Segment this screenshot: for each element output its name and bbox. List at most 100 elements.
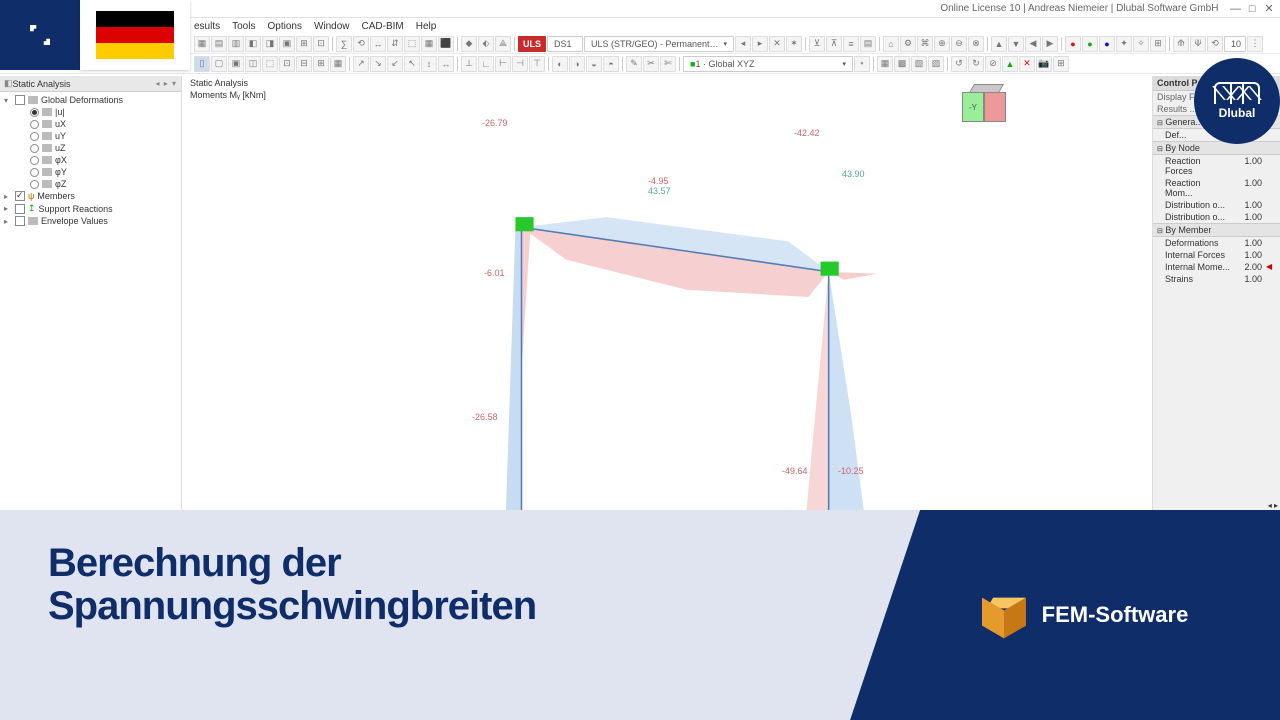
tool-icon[interactable]: ⊞ [296, 36, 312, 52]
tool-icon[interactable]: ⟱ [1190, 36, 1206, 52]
tool-icon[interactable]: ✧ [1133, 36, 1149, 52]
tool-icon[interactable]: ↘ [370, 56, 386, 72]
tool-icon[interactable]: ⇵ [387, 36, 403, 52]
section-by-member[interactable]: By Member [1165, 225, 1211, 235]
tool-icon[interactable]: ▲ [991, 36, 1007, 52]
nav-cube[interactable]: -Y [958, 80, 1014, 136]
scroll-hint[interactable]: ◂ ▸ [1268, 501, 1278, 510]
tool-icon[interactable]: ● [1082, 36, 1098, 52]
tool-icon[interactable]: ⋆ [854, 56, 870, 72]
section-by-node[interactable]: By Node [1165, 143, 1200, 153]
tool-icon[interactable]: ✎ [626, 56, 642, 72]
tool-icon[interactable]: ⟲ [1207, 36, 1223, 52]
menu-tools[interactable]: Tools [232, 21, 255, 32]
tool-icon[interactable]: ✕ [1019, 56, 1035, 72]
tool-icon[interactable]: ▦ [421, 36, 437, 52]
step-back-icon[interactable]: ◂ [735, 36, 751, 52]
tool-icon[interactable]: ▲ [1002, 56, 1018, 72]
tool-icon[interactable]: ⊞ [313, 56, 329, 72]
tool-icon[interactable]: ⊻ [809, 36, 825, 52]
tool-icon[interactable]: ▦ [330, 56, 346, 72]
factor-row[interactable]: Distribution o... [1165, 200, 1225, 210]
tool-icon[interactable]: ◫ [245, 56, 261, 72]
factor-row[interactable]: Reaction Mom... [1165, 178, 1230, 198]
factor-row[interactable]: Internal Mome... [1165, 262, 1230, 272]
panel-pager-icon[interactable]: ◂ ▸ ▾ [156, 79, 178, 88]
tool-icon[interactable]: ▨ [928, 56, 944, 72]
tool-icon[interactable]: ⋮ [1247, 36, 1263, 52]
tool-icon[interactable]: ∟ [478, 56, 494, 72]
tool-icon[interactable]: ◀ [1025, 36, 1041, 52]
tool-icon[interactable]: ● [1065, 36, 1081, 52]
tool-icon[interactable]: ⊖ [951, 36, 967, 52]
factor-row[interactable]: Internal Forces [1165, 250, 1225, 260]
tool-icon[interactable]: ◑ [569, 56, 585, 72]
tool-icon[interactable]: ⟲ [353, 36, 369, 52]
tool-icon[interactable]: ● [1099, 36, 1115, 52]
menu-cadbim[interactable]: CAD-BIM [362, 21, 404, 32]
tree-phiy[interactable]: φY [55, 167, 67, 177]
tool-icon[interactable]: ≡ [843, 36, 859, 52]
tree-ux[interactable]: uX [55, 119, 66, 129]
factor-row[interactable]: Reaction Forces [1165, 156, 1230, 176]
panel-header[interactable]: ◧ Static Analysis ◂ ▸ ▾ [0, 76, 181, 92]
tree-phiz[interactable]: φZ [55, 179, 66, 189]
tool-icon[interactable]: ▣ [228, 56, 244, 72]
tool-icon[interactable]: ▤ [211, 36, 227, 52]
tool-icon[interactable]: ⊣ [512, 56, 528, 72]
tool-icon[interactable]: ⊡ [279, 56, 295, 72]
tool-icon[interactable]: ✦ [1116, 36, 1132, 52]
tool-icon[interactable]: ◒ [586, 56, 602, 72]
tool-icon[interactable]: ⊢ [495, 56, 511, 72]
menu-results[interactable]: esults [194, 21, 220, 32]
tool-icon[interactable]: ↔ [438, 56, 454, 72]
factor-row[interactable]: Distribution o... [1165, 212, 1225, 222]
tool-icon[interactable]: ⚙ [900, 36, 916, 52]
tree-uy[interactable]: uY [55, 131, 66, 141]
tool-icon[interactable]: ✄ [660, 56, 676, 72]
tool-icon[interactable]: ⬚ [404, 36, 420, 52]
tool-icon[interactable]: ⌘ [917, 36, 933, 52]
tool-icon[interactable]: ▢ [211, 56, 227, 72]
menu-options[interactable]: Options [267, 21, 301, 32]
tool-icon[interactable]: ↕ [421, 56, 437, 72]
tool-icon[interactable]: ⟰ [1173, 36, 1189, 52]
tool-icon[interactable]: ↔ [370, 36, 386, 52]
tool-icon[interactable]: ↙ [387, 56, 403, 72]
tool-icon[interactable]: ▤ [860, 36, 876, 52]
factor-row[interactable]: Deformations [1165, 238, 1219, 248]
tool-icon[interactable]: ⊞ [1053, 56, 1069, 72]
tool-icon[interactable]: ⬖ [478, 36, 494, 52]
tool-icon[interactable]: ⬚ [262, 56, 278, 72]
tool-icon[interactable]: ▶ [1042, 36, 1058, 52]
tree-envelope[interactable]: Envelope Values [41, 216, 108, 226]
tool-icon[interactable]: ◧ [245, 36, 261, 52]
tool-icon[interactable]: ✶ [786, 36, 802, 52]
tool-icon[interactable]: ⟁ [495, 36, 511, 52]
tree-phix[interactable]: φX [55, 155, 67, 165]
number-field[interactable]: 10 [1224, 36, 1246, 52]
tool-icon[interactable]: ↻ [968, 56, 984, 72]
tool-icon[interactable]: ▦ [194, 36, 210, 52]
tool-icon[interactable]: ⊘ [985, 56, 1001, 72]
tool-icon[interactable]: ⊞ [1150, 36, 1166, 52]
tool-icon[interactable]: ⊡ [313, 36, 329, 52]
tool-icon[interactable]: ⊗ [968, 36, 984, 52]
tree-uz[interactable]: uZ [55, 143, 66, 153]
close-button[interactable]: ✕ [1262, 2, 1276, 15]
tool-icon[interactable]: ↗ [353, 56, 369, 72]
tool-icon[interactable]: ⊼ [826, 36, 842, 52]
tool-icon[interactable]: ▣ [279, 36, 295, 52]
tool-icon[interactable]: ◓ [603, 56, 619, 72]
menu-window[interactable]: Window [314, 21, 350, 32]
tool-icon[interactable]: ↖ [404, 56, 420, 72]
tree-u[interactable]: |u| [55, 107, 65, 117]
tool-icon[interactable]: ⬛ [438, 36, 454, 52]
tool-icon[interactable]: ⊕ [934, 36, 950, 52]
tool-icon[interactable]: ⌂ [883, 36, 899, 52]
tool-icon[interactable]: ▼ [1008, 36, 1024, 52]
loadcase-dropdown[interactable]: ULS (STR/GEO) - Permanent…▾ [584, 36, 734, 52]
tool-icon[interactable]: ▧ [911, 56, 927, 72]
tree-global-deformations[interactable]: Global Deformations [41, 95, 123, 105]
tool-icon[interactable]: ▥ [228, 36, 244, 52]
